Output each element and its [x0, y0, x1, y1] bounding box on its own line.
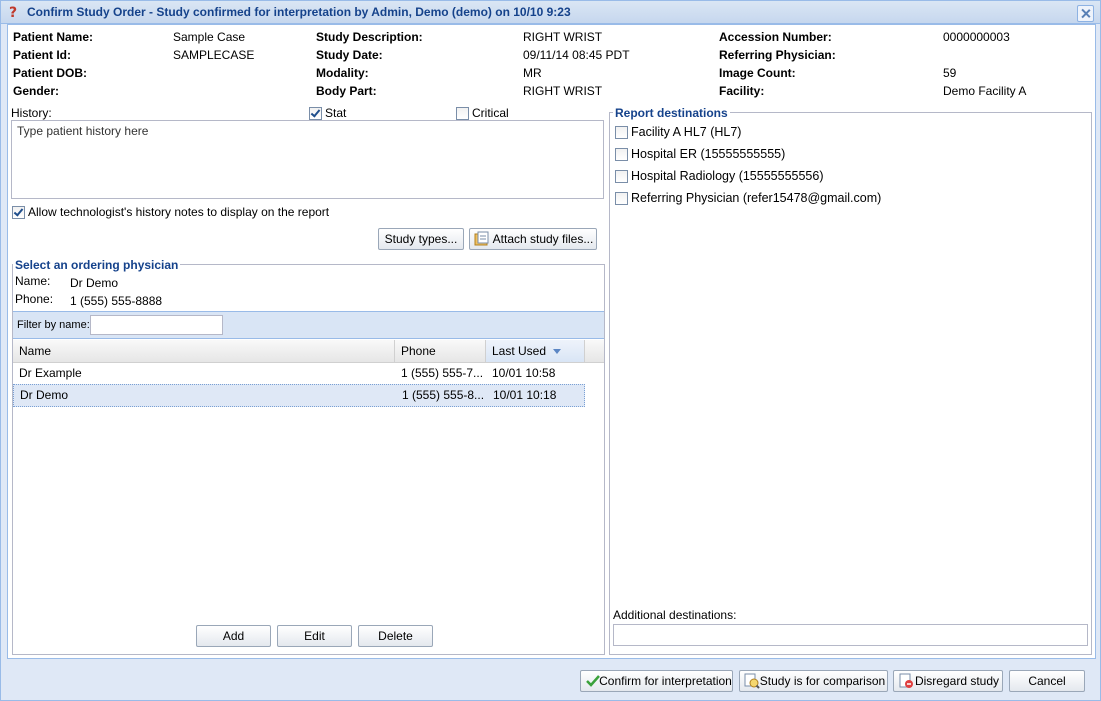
history-label: History: — [11, 106, 52, 120]
physician-phone-label: Phone: — [15, 292, 54, 306]
cancel-button[interactable]: Cancel — [1009, 670, 1085, 692]
attach-file-icon — [474, 231, 489, 246]
table-row-selected[interactable]: Dr Demo 1 (555) 555-8... 10/01 10:18 — [13, 384, 585, 407]
column-last-used-label: Last Used — [492, 344, 547, 358]
row-name: Dr Example — [19, 366, 82, 380]
study-date-label: Study Date: — [316, 48, 383, 62]
confirm-study-order-dialog: ? Confirm Study Order - Study confirmed … — [0, 0, 1101, 701]
accession-number-value: 0000000003 — [943, 30, 1010, 44]
dialog-titlebar: ? Confirm Study Order - Study confirmed … — [1, 1, 1100, 24]
destination-label: Hospital Radiology (15555555556) — [631, 169, 824, 183]
additional-destinations-input[interactable] — [613, 624, 1088, 646]
destination-checkbox[interactable] — [615, 170, 628, 183]
patient-id-value: SAMPLECASE — [173, 48, 255, 62]
dialog-title: Confirm Study Order - Study confirmed fo… — [27, 5, 571, 19]
stat-label: Stat — [325, 106, 347, 120]
report-destinations-legend: Report destinations — [613, 106, 730, 120]
row-last-used: 10/01 10:58 — [492, 366, 556, 380]
add-button[interactable]: Add — [196, 625, 271, 647]
question-icon: ? — [9, 5, 17, 20]
sort-desc-icon — [553, 349, 562, 355]
close-icon[interactable] — [1077, 5, 1094, 22]
destination-label: Facility A HL7 (HL7) — [631, 125, 742, 139]
study-types-button[interactable]: Study types... — [378, 228, 464, 250]
patient-dob-label: Patient DOB: — [13, 66, 88, 80]
study-description-label: Study Description: — [316, 30, 423, 44]
comparison-label: Study is for comparison — [759, 674, 886, 688]
destination-label: Referring Physician (refer15478@gmail.co… — [631, 191, 882, 205]
dialog-body: Patient Name: Sample Case Patient Id: SA… — [7, 24, 1096, 659]
confirm-interpretation-button[interactable]: Confirm for interpretation — [580, 670, 733, 692]
image-count-value: 59 — [943, 66, 957, 80]
filter-toolbar: Filter by name: — [13, 311, 604, 339]
study-description-value: RIGHT WRIST — [523, 30, 603, 44]
physician-grid-header: Name Phone Last Used — [13, 340, 604, 363]
edit-button[interactable]: Edit — [277, 625, 352, 647]
report-destinations-fieldset: Report destinations Facility A HL7 (HL7)… — [609, 106, 1092, 655]
modality-label: Modality: — [316, 66, 369, 80]
body-part-label: Body Part: — [316, 84, 377, 98]
destination-checkbox[interactable] — [615, 148, 628, 161]
column-last-used[interactable]: Last Used — [486, 340, 585, 362]
column-name[interactable]: Name — [13, 340, 395, 362]
physician-name-value: Dr Demo — [70, 276, 119, 290]
attach-files-label: Attach study files... — [492, 232, 594, 246]
disregard-icon — [899, 673, 913, 688]
row-phone: 1 (555) 555-8... — [402, 388, 485, 402]
critical-label: Critical — [472, 106, 509, 120]
facility-label: Facility: — [719, 84, 765, 98]
destination-checkbox[interactable] — [615, 192, 628, 205]
row-phone: 1 (555) 555-7... — [401, 366, 484, 380]
ordering-physician-legend: Select an ordering physician — [13, 258, 181, 272]
patient-name-label: Patient Name: — [13, 30, 94, 44]
attach-study-files-button[interactable]: Attach study files... — [469, 228, 597, 250]
history-placeholder: Type patient history here — [17, 124, 149, 138]
modality-value: MR — [523, 66, 542, 80]
disregard-label: Disregard study — [914, 674, 1000, 688]
svg-text:?: ? — [9, 5, 17, 20]
row-last-used: 10/01 10:18 — [493, 388, 557, 402]
patient-id-label: Patient Id: — [13, 48, 72, 62]
critical-checkbox[interactable] — [456, 107, 469, 120]
table-row[interactable]: Dr Example 1 (555) 555-7... 10/01 10:58 — [13, 363, 585, 384]
confirm-label: Confirm for interpretation — [599, 674, 732, 688]
additional-destinations-label: Additional destinations: — [613, 608, 737, 622]
referring-physician-label: Referring Physician: — [719, 48, 836, 62]
destination-label: Hospital ER (15555555555) — [631, 147, 786, 161]
destination-checkbox[interactable] — [615, 126, 628, 139]
accession-number-label: Accession Number: — [719, 30, 832, 44]
compare-icon — [744, 673, 760, 689]
column-phone[interactable]: Phone — [395, 340, 486, 362]
history-textarea[interactable]: Type patient history here — [11, 120, 604, 199]
gender-label: Gender: — [13, 84, 60, 98]
physician-name-label: Name: — [15, 274, 51, 288]
allow-tech-notes-label: Allow technologist's history notes to di… — [28, 205, 330, 219]
physician-phone-value: 1 (555) 555-8888 — [70, 294, 163, 308]
facility-value: Demo Facility A — [943, 84, 1027, 98]
allow-tech-notes-checkbox[interactable] — [12, 206, 25, 219]
disregard-study-button[interactable]: Disregard study — [893, 670, 1003, 692]
study-date-value: 09/11/14 08:45 PDT — [523, 48, 630, 62]
ordering-physician-fieldset: Select an ordering physician Name: Dr De… — [12, 258, 605, 655]
image-count-label: Image Count: — [719, 66, 796, 80]
patient-name-value: Sample Case — [173, 30, 246, 44]
filter-input[interactable] — [90, 315, 223, 335]
check-icon — [586, 675, 600, 687]
body-part-value: RIGHT WRIST — [523, 84, 603, 98]
filter-label: Filter by name: — [17, 319, 90, 331]
stat-checkbox[interactable] — [309, 107, 322, 120]
row-name: Dr Demo — [20, 388, 69, 402]
delete-button[interactable]: Delete — [358, 625, 433, 647]
study-comparison-button[interactable]: Study is for comparison — [739, 670, 888, 692]
